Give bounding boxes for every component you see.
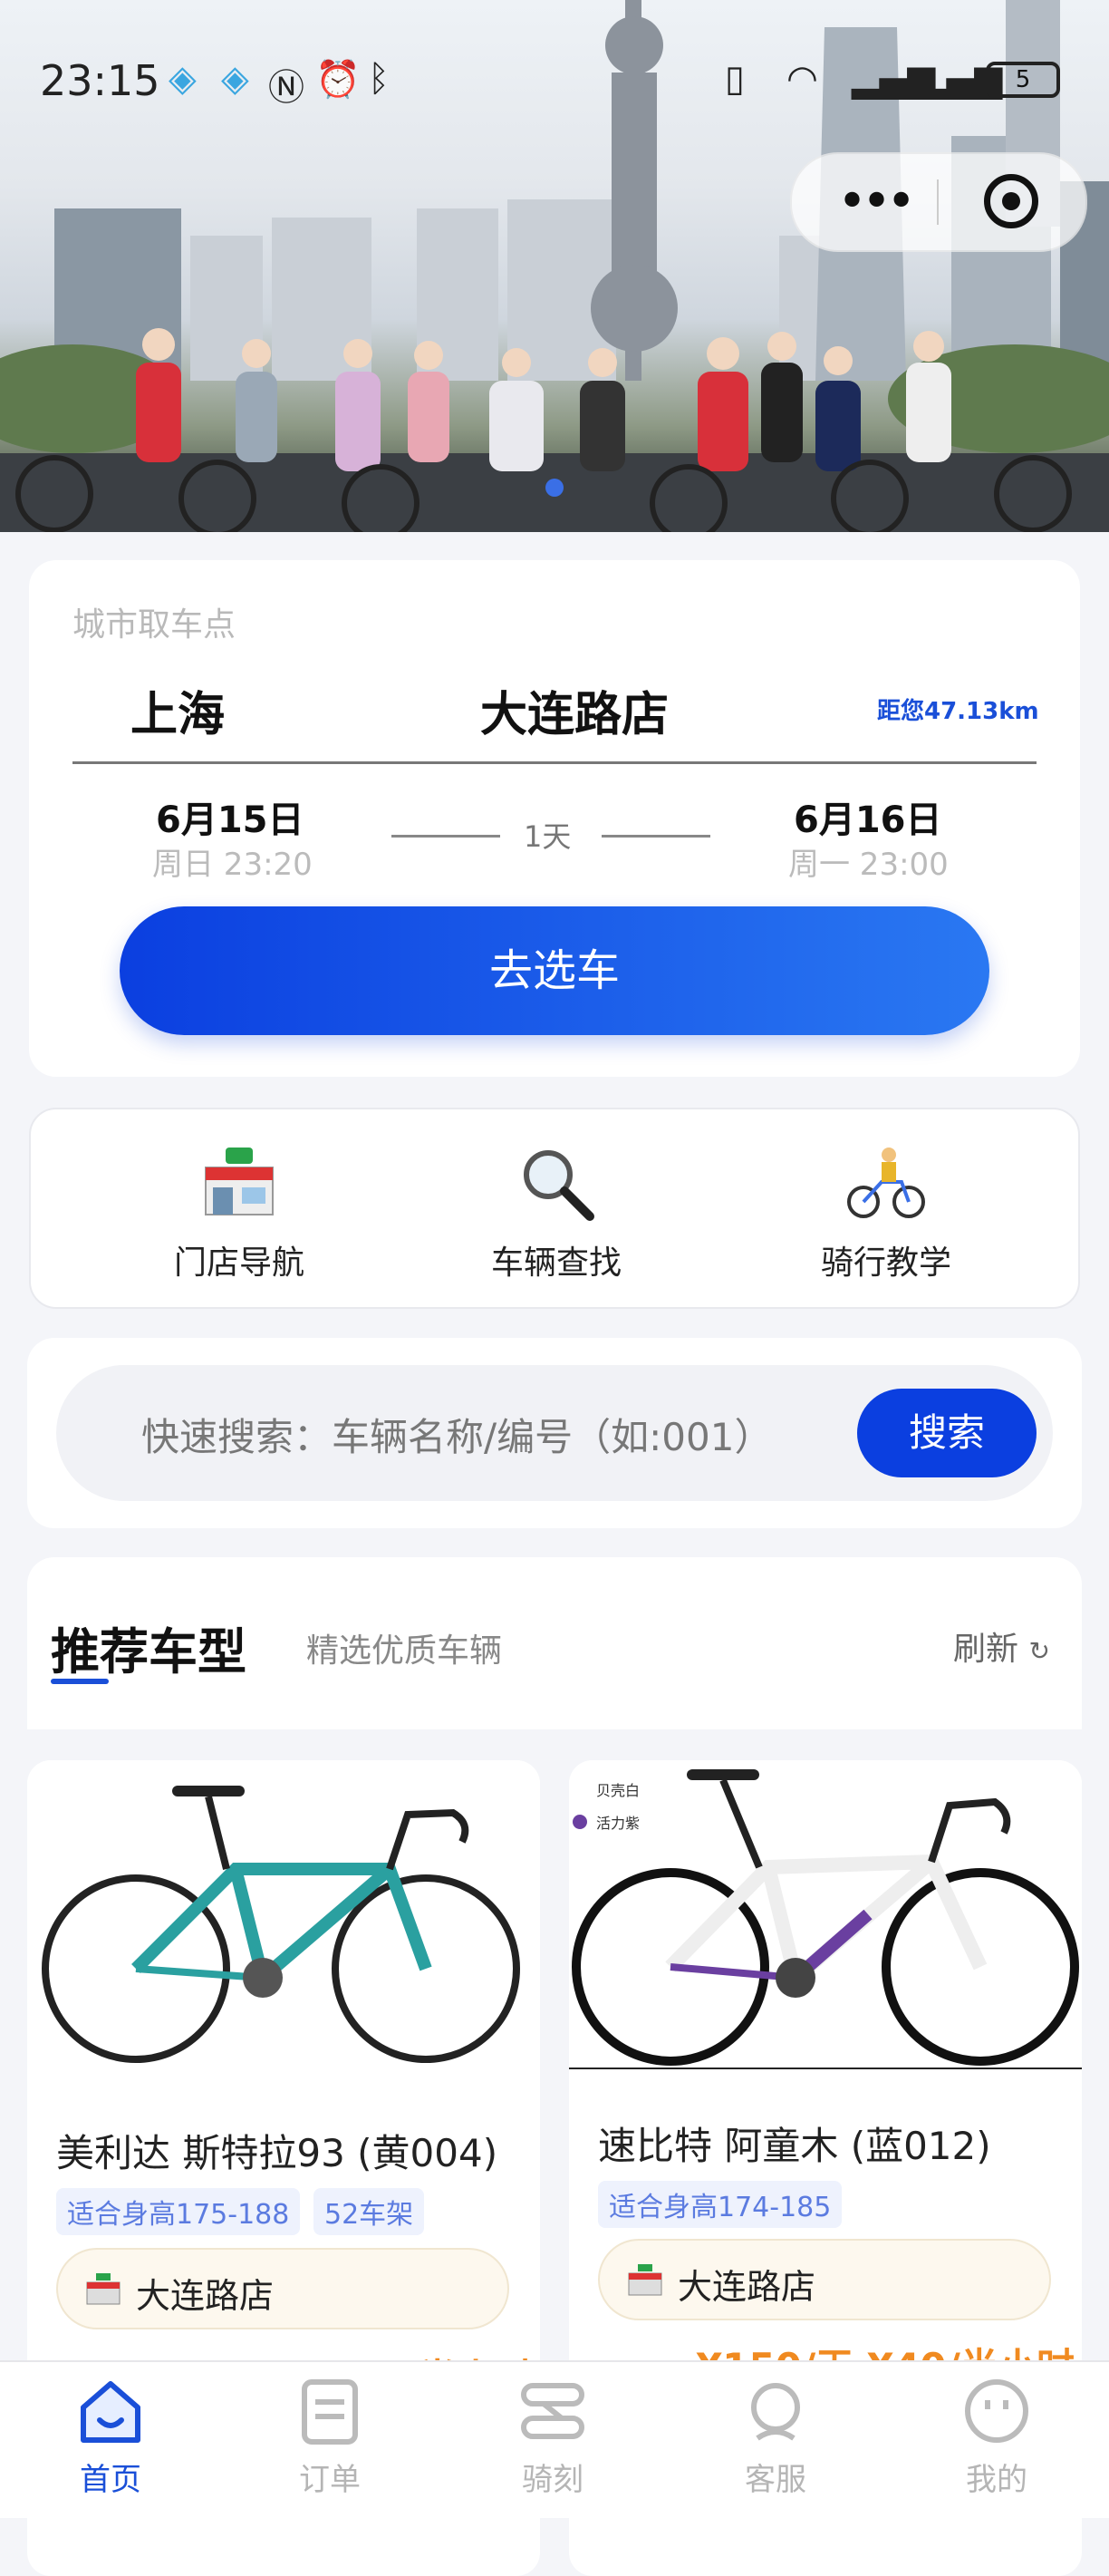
- title-underline: [51, 1679, 109, 1684]
- start-time[interactable]: 周日 23:20: [152, 839, 313, 884]
- bike-image: [569, 1760, 1082, 2096]
- tab-customer-service[interactable]: 客服: [703, 2375, 848, 2499]
- rental-duration: 1天: [524, 819, 572, 854]
- quick-riding-tutorial[interactable]: 骑行教学: [777, 1142, 995, 1283]
- search-card: 快速搜索：车辆名称/编号（如:001） 搜索: [27, 1338, 1082, 1528]
- recommend-header: 推荐车型 精选优质车辆 刷新 ↻: [27, 1557, 1082, 1729]
- product-store[interactable]: 大连路店: [598, 2239, 1051, 2320]
- divider: [72, 761, 1037, 764]
- store-icon: [628, 2264, 662, 2296]
- route-icon: [521, 2383, 584, 2439]
- product-store-name: 大连路店: [678, 2267, 816, 2307]
- product-name: 速比特 阿童木 (蓝012): [598, 2124, 991, 2168]
- status-time: 23:15: [40, 56, 160, 105]
- color-option-label: 活力紫: [596, 1815, 641, 1832]
- headset-icon: [751, 2383, 800, 2441]
- alarm-icon: ⏰: [315, 59, 361, 101]
- product-store-name: 大连路店: [136, 2276, 275, 2316]
- cyclist-icon: [847, 1148, 925, 1218]
- hero-banner[interactable]: 23:15 ◈ ◈ Ⓝ ⏰ ᛒ ▯ ◠ ▂▄▆ ▂▄▆ 5 •••: [0, 0, 1109, 532]
- home-icon: [81, 2381, 140, 2443]
- quick-action-label: 门店导航: [173, 1244, 304, 1282]
- notification-icon: ◈: [169, 58, 197, 100]
- search-button[interactable]: 搜索: [857, 1389, 1037, 1477]
- banner-indicator: [545, 479, 564, 497]
- store-icon: [86, 2273, 121, 2305]
- tab-home[interactable]: 首页: [38, 2375, 183, 2499]
- refresh-button[interactable]: 刷新 ↻: [953, 1622, 1050, 1670]
- duration-line: [391, 835, 500, 838]
- end-date[interactable]: 6月16日: [794, 790, 942, 843]
- tab-label: 骑刻: [522, 2462, 583, 2498]
- tab-label: 首页: [80, 2462, 141, 2498]
- section-subtitle: 精选优质车辆: [306, 1632, 503, 1670]
- miniprogram-capsule[interactable]: •••: [790, 152, 1087, 252]
- nfc-icon: Ⓝ: [268, 67, 304, 109]
- close-miniprogram-icon[interactable]: [984, 174, 1038, 228]
- choose-bike-button[interactable]: 去选车: [120, 906, 989, 1035]
- document-icon: [302, 2379, 358, 2445]
- quick-store-nav[interactable]: 门店导航: [130, 1142, 348, 1283]
- capsule-divider: [937, 179, 939, 225]
- product-tag: 52车架: [313, 2188, 425, 2235]
- refresh-icon: ↻: [1028, 1636, 1050, 1666]
- wifi-icon: ◠: [786, 58, 818, 100]
- product-tag: 适合身高174-185: [598, 2181, 843, 2228]
- status-bar: 23:15 ◈ ◈ Ⓝ ⏰ ᛒ ▯ ◠ ▂▄▆ ▂▄▆ 5: [0, 0, 1109, 163]
- tab-orders[interactable]: 订单: [257, 2375, 402, 2499]
- more-icon[interactable]: •••: [837, 172, 916, 231]
- distance-text: 距您47.13km: [877, 698, 1039, 725]
- city-selector[interactable]: 上海: [130, 676, 225, 744]
- notification-icon: ◈: [221, 58, 249, 100]
- duration-line: [602, 835, 710, 838]
- product-tag: 适合身高175-188: [56, 2188, 301, 2235]
- start-date[interactable]: 6月15日: [156, 790, 304, 843]
- tab-label: 订单: [299, 2462, 361, 2498]
- search-input[interactable]: 快速搜索：车辆名称/编号（如:001） 搜索: [56, 1365, 1053, 1501]
- smile-icon: [965, 2379, 1028, 2443]
- tab-moments[interactable]: 骑刻: [480, 2375, 625, 2499]
- section-title: 推荐车型: [51, 1623, 246, 1680]
- magnifier-icon: [524, 1150, 594, 1221]
- pickup-label: 城市取车点: [72, 606, 236, 644]
- tab-label: 我的: [966, 2462, 1027, 2498]
- refresh-label: 刷新: [953, 1631, 1019, 1668]
- quick-vehicle-search[interactable]: 车辆查找: [448, 1142, 665, 1283]
- pickup-card: 城市取车点 上海 大连路店 距您47.13km 6月15日 周日 23:20 1…: [29, 560, 1080, 1077]
- product-name: 美利达 斯特拉93 (黄004): [56, 2131, 498, 2175]
- vibrate-icon: ▯: [725, 58, 746, 100]
- product-store[interactable]: 大连路店: [56, 2248, 509, 2329]
- color-option-label: 贝壳白: [596, 1782, 641, 1799]
- end-time[interactable]: 周一 23:00: [788, 839, 949, 884]
- bluetooth-icon: ᛒ: [368, 58, 390, 100]
- quick-action-label: 车辆查找: [490, 1244, 622, 1282]
- tab-profile[interactable]: 我的: [924, 2375, 1069, 2499]
- quick-actions: 门店导航 车辆查找 骑行教学: [29, 1108, 1080, 1309]
- quick-action-label: 骑行教学: [820, 1244, 951, 1282]
- search-placeholder: 快速搜索：车辆名称/编号（如:001）: [141, 1415, 773, 1459]
- store-icon: [205, 1148, 274, 1215]
- battery-icon: 5: [986, 62, 1060, 98]
- bottom-tab-bar: 首页 订单 骑刻 客服 我的: [0, 2360, 1109, 2518]
- store-selector[interactable]: 大连路店: [480, 676, 669, 744]
- tab-label: 客服: [745, 2462, 806, 2498]
- bike-image: [27, 1760, 540, 2096]
